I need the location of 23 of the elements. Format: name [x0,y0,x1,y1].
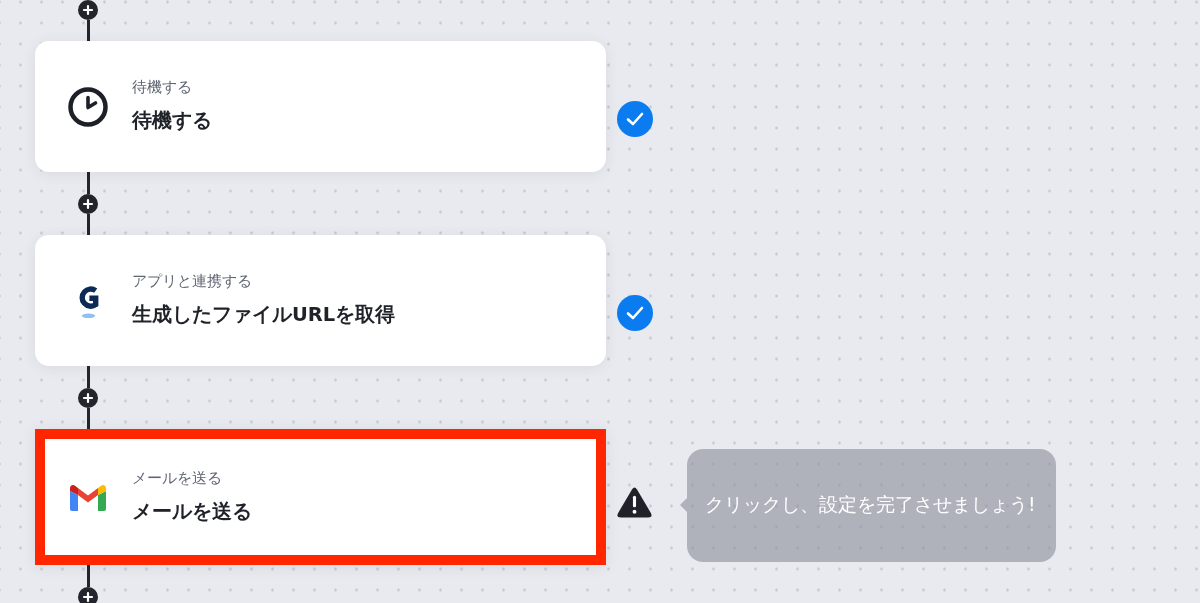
connector-line [86,565,90,587]
step-card[interactable]: 待機する 待機する [35,41,606,172]
connector-line [86,172,90,194]
step-card[interactable]: アプリと連携する 生成したファイルURLを取得 [35,235,606,366]
m-letter-icon [70,483,106,511]
step-card[interactable]: メールを送る メールを送る [35,429,606,565]
connector-line [86,19,90,41]
plus-icon[interactable] [78,387,98,408]
plus-icon[interactable] [78,586,98,603]
step-category: 待機する [132,77,192,97]
plus-icon[interactable] [78,193,98,214]
plus-icon[interactable] [78,0,98,20]
step-title: メールを送る [132,498,252,525]
connector-line [86,366,90,388]
step-category: メールを送る [132,467,222,488]
step-category: アプリと連携する [132,271,252,291]
tooltip-text: クリックし、設定を完了させましょう! [705,492,1036,517]
step-title: 待機する [132,108,212,134]
clock-icon [68,86,108,127]
tooltip-arrow-icon [680,498,687,512]
connector-line [86,407,90,429]
connector-line [86,213,90,235]
step-title: 生成したファイルURLを取得 [132,302,396,328]
